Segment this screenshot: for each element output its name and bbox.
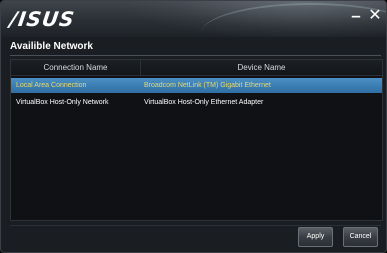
section-title: Availible Network bbox=[10, 41, 93, 52]
asus-logo: /ISUS bbox=[8, 7, 77, 31]
cancel-button[interactable]: Cancel bbox=[343, 227, 378, 247]
network-table: Connection Name Device Name Local Area C… bbox=[10, 59, 383, 221]
connection-name-cell: VirtualBox Host-Only Network bbox=[16, 99, 109, 106]
minimize-button[interactable]: – bbox=[348, 7, 364, 25]
table-row-virtualbox-network[interactable]: VirtualBox Host-Only Network VirtualBox … bbox=[11, 95, 382, 110]
table-header: Connection Name Device Name bbox=[11, 60, 382, 76]
device-name-cell: VirtualBox Host-Only Ethernet Adapter bbox=[144, 99, 264, 106]
network-selection-window: /ISUS – ✕ Availible Network Connection N… bbox=[0, 0, 387, 253]
table-row-local-area-connection[interactable]: Local Area Connection Broadcom NetLink (… bbox=[11, 78, 382, 93]
close-button[interactable]: ✕ bbox=[367, 7, 383, 25]
column-header-connection-name[interactable]: Connection Name bbox=[11, 60, 141, 76]
title-bar[interactable]: /ISUS – ✕ bbox=[1, 1, 386, 37]
connection-name-cell: Local Area Connection bbox=[16, 82, 87, 89]
apply-button[interactable]: Apply bbox=[298, 227, 333, 247]
device-name-cell: Broadcom NetLink (TM) Gigabit Ethernet bbox=[144, 82, 271, 89]
section-divider bbox=[10, 55, 381, 56]
footer-divider bbox=[10, 225, 381, 226]
column-header-device-name[interactable]: Device Name bbox=[141, 60, 382, 76]
